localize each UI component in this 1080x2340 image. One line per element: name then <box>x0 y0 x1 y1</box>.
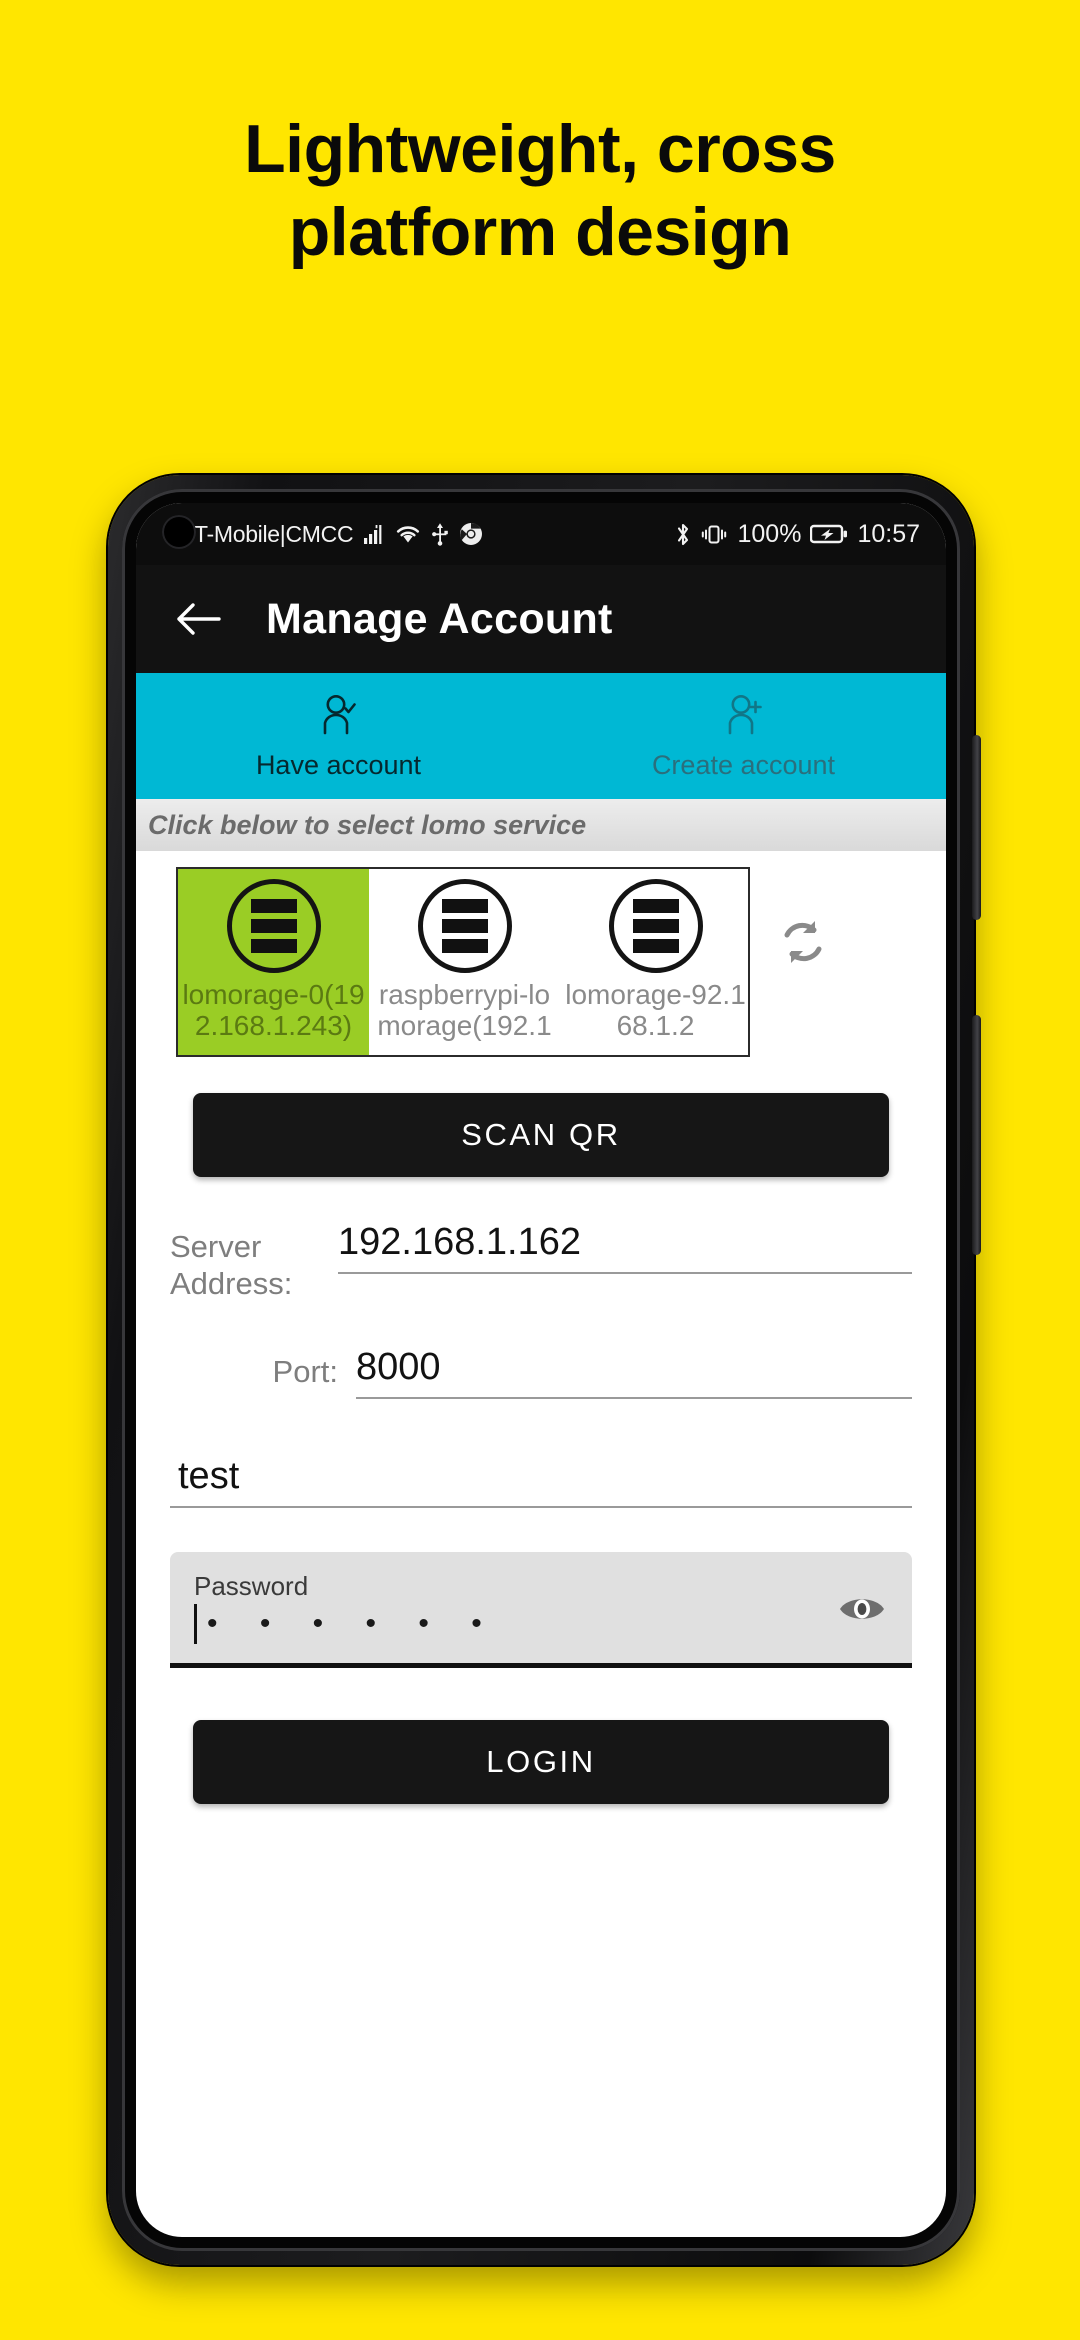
promo-headline: Lightweight, cross platform design <box>0 108 1080 274</box>
server-card-2[interactable]: lomorage-92.168.1.2 <box>560 869 748 1055</box>
status-bar-clock: 10:57 <box>857 519 920 548</box>
login-form: Server Address: 192.168.1.162 Port: 8000… <box>136 1221 946 1669</box>
front-camera-punch-hole <box>162 515 196 549</box>
status-bar: T-Mobile|CMCC 100% 10:57 <box>136 503 946 565</box>
account-tab-bar: Have account Create account <box>136 673 946 799</box>
port-field-row: Port: 8000 <box>170 1346 912 1400</box>
user-check-icon <box>315 691 363 744</box>
login-button-label: LOGIN <box>486 1744 596 1780</box>
password-value-row: • • • • • • <box>194 1603 834 1645</box>
back-arrow-icon[interactable] <box>170 591 226 647</box>
server-card-1[interactable]: raspberrypi-lomorage(192.168.1.162) <box>369 869 560 1055</box>
text-caret <box>194 1603 197 1644</box>
tab-create-account-label: Create account <box>651 750 836 780</box>
username-input[interactable]: test <box>170 1455 912 1509</box>
server-list[interactable]: lomorage-0(192.168.1.243) raspberrypi-lo… <box>176 867 750 1057</box>
phone-device-frame: T-Mobile|CMCC 100% 10:57 Manage Account … <box>108 475 981 2265</box>
username-value: test <box>178 1455 240 1498</box>
server-card-2-name: lomorage-92.168.1.2 <box>565 979 746 1042</box>
tab-have-account-label: Have account <box>255 750 422 780</box>
user-plus-icon <box>720 691 768 744</box>
select-service-hint-text: Click below to select lomo service <box>148 809 587 840</box>
wifi-icon <box>395 523 421 545</box>
server-card-0-name: lomorage-0(192.168.1.243) <box>182 979 365 1042</box>
password-input[interactable]: Password • • • • • • <box>170 1552 912 1669</box>
password-input-content: Password • • • • • • <box>194 1572 834 1645</box>
port-value: 8000 <box>356 1346 441 1389</box>
server-stack-icon <box>608 879 703 973</box>
port-label: Port: <box>272 1354 338 1390</box>
port-input[interactable]: 8000 <box>356 1346 912 1400</box>
page-title: Manage Account <box>266 594 613 643</box>
tab-have-account[interactable]: Have account <box>136 673 541 799</box>
server-stack-icon <box>417 879 512 973</box>
refresh-icon[interactable] <box>772 911 834 973</box>
server-address-input[interactable]: 192.168.1.162 <box>338 1221 912 1274</box>
chrome-icon <box>459 522 483 546</box>
volume-rocker-button[interactable] <box>972 735 981 920</box>
server-address-value: 192.168.1.162 <box>338 1221 582 1263</box>
password-label: Password <box>194 1571 309 1602</box>
scan-qr-button-label: SCAN QR <box>461 1117 621 1152</box>
select-service-hint-bar: Click below to select lomo service <box>136 799 946 851</box>
password-masked-value: • • • • • • <box>207 1606 499 1640</box>
status-bar-right-group: 100% 10:57 <box>675 520 920 549</box>
tab-create-account[interactable]: Create account <box>541 673 946 799</box>
scan-qr-button[interactable]: SCAN QR <box>193 1093 889 1177</box>
promo-headline-line-1: Lightweight, cross <box>244 111 836 187</box>
promo-headline-line-2: platform design <box>288 193 792 270</box>
login-button[interactable]: LOGIN <box>193 1720 889 1805</box>
carrier-label: T-Mobile|CMCC <box>194 520 354 547</box>
server-card-0[interactable]: lomorage-0(192.168.1.243) <box>178 869 369 1055</box>
status-bar-left-group: T-Mobile|CMCC <box>194 521 675 548</box>
bluetooth-icon <box>675 522 691 547</box>
battery-charging-icon <box>810 523 848 545</box>
server-stack-icon <box>226 879 321 973</box>
vibrate-icon <box>700 522 728 547</box>
server-card-1-name: raspberrypi-lomorage(192.168.1.162) <box>377 979 552 1043</box>
server-chooser-row: lomorage-0(192.168.1.243) raspberrypi-lo… <box>136 851 946 1057</box>
signal-icon <box>363 523 385 545</box>
server-address-field-row: Server Address: 192.168.1.162 <box>170 1221 912 1302</box>
app-bar: Manage Account <box>136 565 946 673</box>
power-button[interactable] <box>972 1015 981 1255</box>
usb-icon <box>431 522 449 546</box>
battery-percent-label: 100% <box>737 519 802 548</box>
phone-screen: T-Mobile|CMCC 100% 10:57 Manage Account … <box>136 503 946 2237</box>
server-address-label: Server Address: <box>170 1229 293 1301</box>
eye-icon[interactable] <box>834 1581 890 1637</box>
